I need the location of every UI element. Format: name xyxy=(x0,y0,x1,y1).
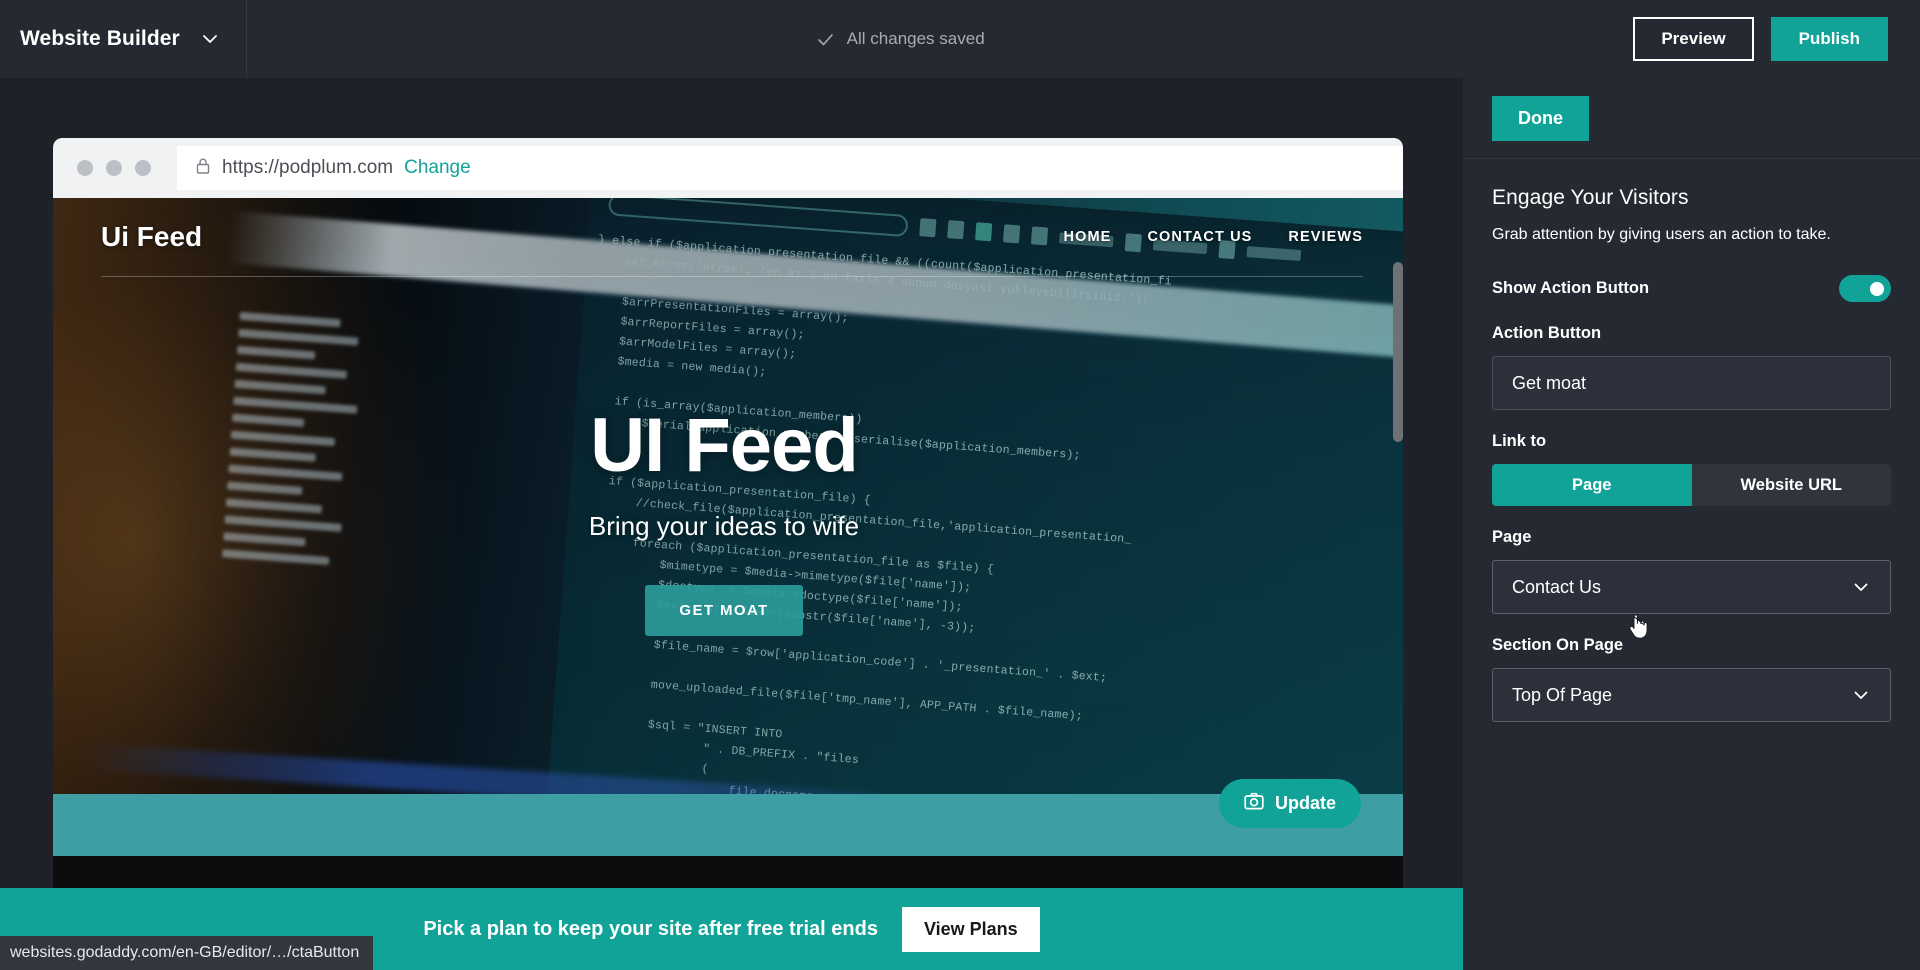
chevron-down-icon xyxy=(1851,685,1871,705)
preview-button[interactable]: Preview xyxy=(1633,16,1754,62)
change-domain-link[interactable]: Change xyxy=(404,157,471,179)
page-select[interactable]: Contact Us xyxy=(1492,560,1891,614)
publish-button[interactable]: Publish xyxy=(1770,16,1888,62)
show-action-button-toggle[interactable] xyxy=(1839,275,1891,302)
panel-description: Grab attention by giving users an action… xyxy=(1492,226,1831,243)
update-button-label: Update xyxy=(1274,793,1336,813)
panel-title: Engage Your Visitors xyxy=(1492,186,1689,209)
top-bar-actions: Preview Publish xyxy=(1633,16,1920,62)
lock-icon xyxy=(195,157,211,180)
update-image-button[interactable]: Update xyxy=(1218,779,1361,828)
site-preview-frame: https://podplum.com Change } else xyxy=(53,138,1403,918)
window-dot xyxy=(106,160,122,176)
check-icon xyxy=(816,30,835,49)
top-bar: Website Builder All changes saved Previe… xyxy=(0,0,1920,78)
link-to-label: Link to xyxy=(1492,432,1547,450)
link-to-option-website-url[interactable]: Website URL xyxy=(1692,464,1892,506)
camera-icon xyxy=(1244,792,1264,815)
hero-content: UI Feed Bring your ideas to wife GET MOA… xyxy=(53,198,1395,856)
view-plans-button[interactable]: View Plans xyxy=(901,906,1040,952)
window-dot xyxy=(77,160,93,176)
action-button-label: Action Button xyxy=(1492,324,1602,342)
trial-banner-text: Pick a plan to keep your site after free… xyxy=(423,917,878,940)
window-dots xyxy=(77,160,151,176)
action-button-input[interactable]: Get moat xyxy=(1492,356,1891,410)
show-action-button-label: Show Action Button xyxy=(1492,279,1650,297)
editor-canvas: https://podplum.com Change } else xyxy=(0,78,1463,970)
save-status: All changes saved xyxy=(167,29,1633,49)
section-on-page-select[interactable]: Top Of Page xyxy=(1492,668,1891,722)
done-button[interactable]: Done xyxy=(1492,95,1589,141)
address-bar[interactable]: https://podplum.com Change xyxy=(177,146,1403,190)
panel-header: Done xyxy=(1463,78,1920,159)
address-bar-url: https://podplum.com xyxy=(222,157,394,178)
site-hero-section: } else if ($application_presentation_fil… xyxy=(53,198,1403,856)
link-to-segmented-control: Page Website URL xyxy=(1492,464,1891,506)
section-on-page-select-value: Top Of Page xyxy=(1512,684,1613,705)
toggle-knob xyxy=(1866,277,1888,300)
window-dot xyxy=(135,160,151,176)
app-title: Website Builder xyxy=(20,27,180,50)
section-on-page-label: Section On Page xyxy=(1492,636,1624,654)
link-to-option-page[interactable]: Page xyxy=(1492,464,1692,506)
save-status-text: All changes saved xyxy=(846,29,985,48)
hero-title[interactable]: UI Feed xyxy=(590,408,858,484)
status-bar-url: websites.godaddy.com/en-GB/editor/…/ctaB… xyxy=(10,944,360,961)
hero-subtitle[interactable]: Bring your ideas to wife xyxy=(589,511,859,542)
hero-cta-button[interactable]: GET MOAT xyxy=(645,585,803,636)
show-action-button-row: Show Action Button xyxy=(1492,275,1891,302)
status-bar: websites.godaddy.com/en-GB/editor/…/ctaB… xyxy=(0,936,374,970)
page-select-value: Contact Us xyxy=(1512,576,1602,597)
panel-body: Engage Your Visitors Grab attention by g… xyxy=(1463,159,1920,722)
browser-chrome: https://podplum.com Change xyxy=(53,138,1403,198)
page-label: Page xyxy=(1492,528,1532,546)
chevron-down-icon xyxy=(1851,577,1871,597)
properties-panel: Done Engage Your Visitors Grab attention… xyxy=(1463,78,1920,970)
